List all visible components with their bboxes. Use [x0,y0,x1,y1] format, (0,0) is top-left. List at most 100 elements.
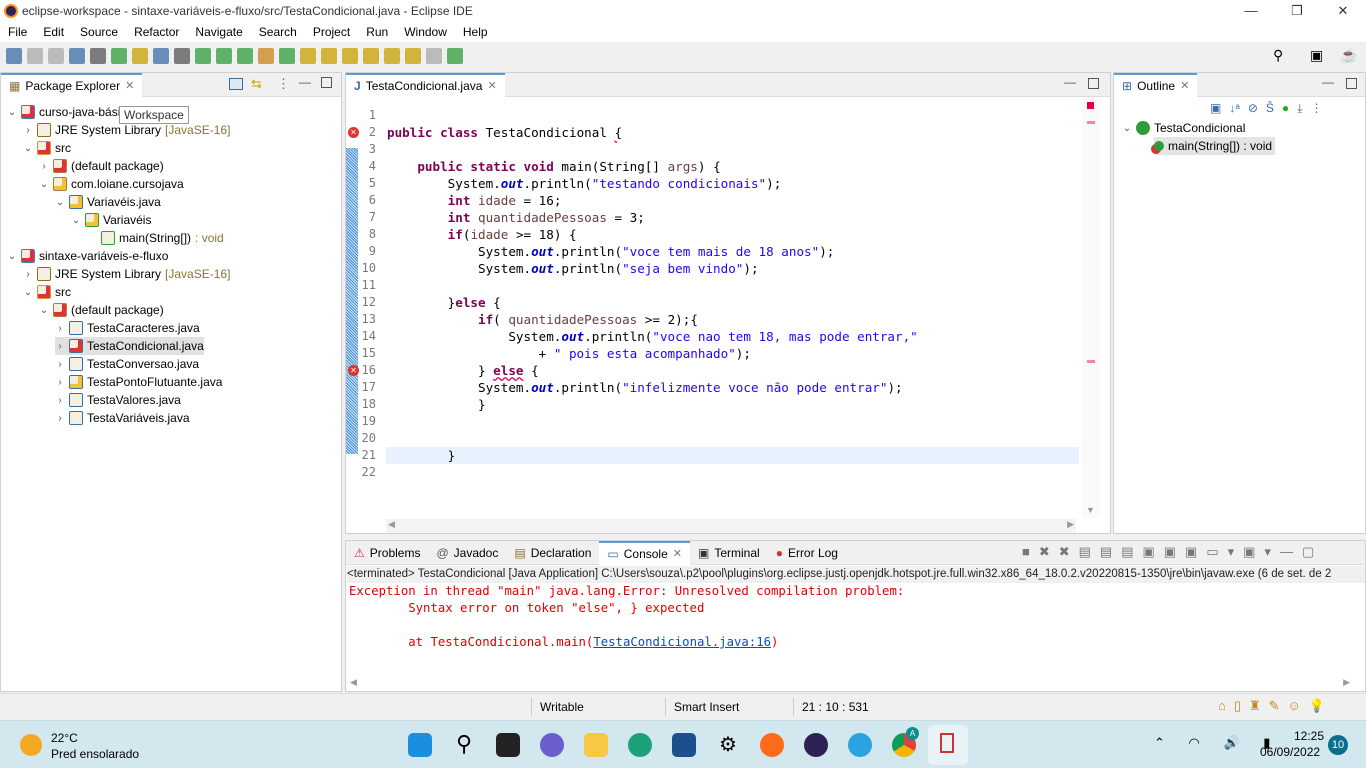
search-icon[interactable]: ⚲ [1273,47,1283,64]
close-tab-icon[interactable]: ✕ [673,547,682,560]
tree-item[interactable]: ⌄ src [23,139,71,157]
tree-item[interactable]: ⌄ com.loiane.cursojava [39,175,184,193]
collapse-all-icon[interactable] [229,78,243,90]
tab-terminal[interactable]: ▣ Terminal [690,541,768,565]
chevron-down-icon[interactable]: ⌄ [1122,123,1132,134]
error-marker-icon[interactable]: ✕ [348,127,359,138]
tree-item[interactable]: › TestaCondicional.java [55,337,204,355]
close-tab-icon[interactable]: ✕ [125,79,134,92]
menu-run[interactable]: Run [358,25,396,39]
toolbar-button-icon[interactable] [321,48,337,64]
tree-item[interactable]: › TestaCaracteres.java [55,319,200,337]
outline-item-method[interactable]: main(String[]) : void [1154,137,1276,155]
chevron-right-icon[interactable]: › [55,359,65,370]
tab-console[interactable]: ▭ Console ✕ [599,540,690,565]
tab-package-explorer[interactable]: ▦ Package Explorer ✕ [1,72,143,97]
close-tab-icon[interactable]: ✕ [487,79,496,92]
chevron-right-icon[interactable]: › [23,125,33,136]
hide-nonpublic-icon[interactable]: ● [1282,101,1289,116]
telegram-icon[interactable] [848,733,872,757]
chevron-right-icon[interactable]: › [23,269,33,280]
toolbar-button-icon[interactable] [237,48,253,64]
toolbar-button-icon[interactable] [153,48,169,64]
toolbar-button-icon[interactable] [48,48,64,64]
start-icon[interactable] [408,733,432,757]
scroll-down-icon[interactable]: ▼ [1086,505,1095,515]
toolbar-button-icon[interactable] [405,48,421,64]
maximize-view-icon[interactable] [321,77,332,88]
menu-refactor[interactable]: Refactor [126,25,187,39]
collapse-all-icon[interactable]: ▣ [1210,101,1221,116]
weather-desc[interactable]: Pred ensolarado [51,747,139,761]
chevron-down-icon[interactable]: ⌄ [71,215,81,226]
search-icon[interactable]: ⚲ [452,733,476,757]
minimize-button[interactable]: — [1228,0,1274,22]
link-with-editor-icon[interactable]: ⇆ [251,76,262,92]
toolbar-button-icon[interactable] [426,48,442,64]
status-trim-icons[interactable]: ⌂▯♜✎☺💡 [1218,698,1333,714]
chevron-right-icon[interactable]: › [55,377,65,388]
tree-item[interactable]: › TestaVariáveis.java [55,409,190,427]
toolbar-button-icon[interactable] [342,48,358,64]
toolbar-button-icon[interactable] [27,48,43,64]
settings-gear-icon[interactable]: ⚙ [716,733,740,757]
chevron-right-icon[interactable]: › [55,413,65,424]
view-menu-icon[interactable]: ⋮ [1310,101,1322,116]
eclipse-icon[interactable] [804,733,828,757]
maximize-button[interactable]: ❐ [1274,0,1320,22]
console-toolbar-icons[interactable]: ■✖✖▤▤▤▣▣▣▭▾▣▾—▢ [1022,544,1323,560]
weather-temp[interactable]: 22°C [51,731,78,745]
minimize-view-icon[interactable]: — [1322,75,1334,89]
notification-badge[interactable]: 10 [1328,735,1348,755]
tree-item[interactable]: › (default package) [39,157,164,175]
chevron-right-icon[interactable]: › [55,395,65,406]
weather-icon[interactable] [20,734,42,756]
tab-problems[interactable]: ⚠ Problems [346,541,428,565]
tab-declaration[interactable]: ▤ Declaration [506,541,599,565]
store-icon[interactable] [672,733,696,757]
tree-item[interactable]: main(String[]): void [87,229,224,247]
edge-icon[interactable] [628,733,652,757]
minimize-editor-icon[interactable]: — [1064,75,1076,89]
menu-edit[interactable]: Edit [35,25,72,39]
horizontal-scrollbar[interactable]: ◀ ▶ [386,519,1076,533]
toolbar-button-icon[interactable] [6,48,22,64]
toolbar-button-icon[interactable] [300,48,316,64]
chevron-down-icon[interactable]: ⌄ [55,197,65,208]
toolbar-button-icon[interactable] [258,48,274,64]
toolbar-button-icon[interactable] [384,48,400,64]
minimize-view-icon[interactable]: — [299,75,311,89]
toolbar-button-icon[interactable] [216,48,232,64]
file-explorer-icon[interactable] [584,733,608,757]
toolbar-button-icon[interactable] [195,48,211,64]
tree-item[interactable]: › JRE System Library [JavaSE-16] [23,265,230,283]
chevron-down-icon[interactable]: ⌄ [7,251,17,262]
tree-item[interactable]: ⌄ sintaxe-variáveis-e-fluxo [7,247,168,265]
hide-static-icon[interactable]: Ŝ [1266,101,1274,116]
toolbar-button-icon[interactable] [111,48,127,64]
toolbar-button-icon[interactable] [90,48,106,64]
clock-date[interactable]: 06/09/2022 [1260,745,1320,759]
chevron-down-icon[interactable]: ⌄ [23,287,33,298]
tree-item[interactable]: › TestaValores.java [55,391,181,409]
hide-local-types-icon[interactable]: ⤓ [1297,101,1302,116]
menu-project[interactable]: Project [305,25,358,39]
java-perspective-icon[interactable]: ☕ [1340,47,1357,64]
chevron-down-icon[interactable]: ⌄ [23,143,33,154]
tab-error-log[interactable]: ● Error Log [768,541,846,565]
close-tab-icon[interactable]: ✕ [1180,79,1189,92]
outline-item-class[interactable]: ⌄ TestaCondicional [1122,119,1245,137]
tree-item[interactable]: ⌄ Variavéis [71,211,151,229]
hide-fields-icon[interactable]: ⊘ [1248,101,1258,116]
menu-file[interactable]: File [0,25,35,39]
tree-item[interactable]: ⌄ Variavéis.java [55,193,161,211]
stacktrace-link[interactable]: TestaCondicional.java:16 [593,635,771,649]
toolbar-button-icon[interactable] [279,48,295,64]
menu-window[interactable]: Window [396,25,455,39]
tree-item[interactable]: › TestaPontoFlutuante.java [55,373,222,391]
toolbar-button-icon[interactable] [363,48,379,64]
close-button[interactable]: ✕ [1320,0,1366,22]
maximize-editor-icon[interactable] [1088,78,1099,89]
error-marker[interactable] [1087,121,1095,124]
tab-testacondicional[interactable]: J TestaCondicional.java ✕ [346,72,505,97]
